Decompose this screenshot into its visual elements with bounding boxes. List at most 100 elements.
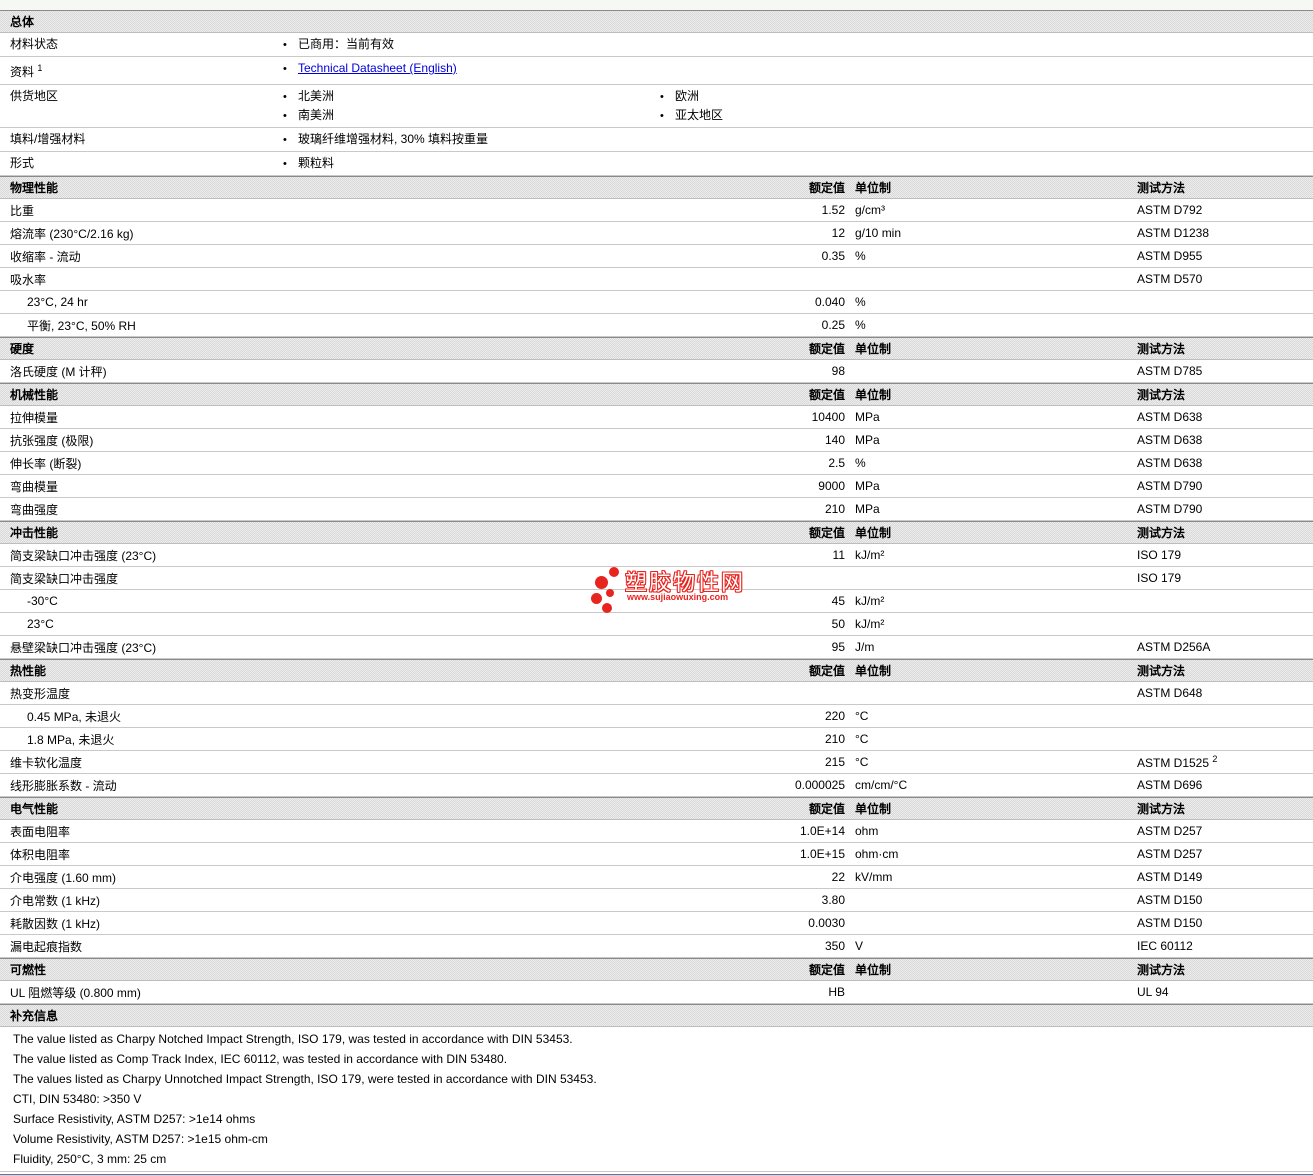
property-name: 比重 xyxy=(10,203,35,218)
property-name: 线形膨胀系数 - 流动 xyxy=(10,778,117,793)
property-unit: MPa xyxy=(855,479,880,493)
property-row: 简支梁缺口冲击强度 (23°C) 11 kJ/m² ISO 179 xyxy=(0,544,1313,567)
property-value: 350 xyxy=(824,939,845,953)
test-method: ASTM D790 xyxy=(1137,502,1203,516)
bullet-icon: • xyxy=(283,158,287,170)
property-unit: g/10 min xyxy=(855,226,902,240)
column-header-value: 额定值 xyxy=(808,526,845,540)
section-header: 机械性能 额定值 单位制 测试方法 xyxy=(0,383,1313,406)
general-rows: 材料状态 • 已商用：当前有效 资料 1 • Technical Datasheet (E… xyxy=(0,33,1313,176)
property-row: 表面电阻率 1.0E+14 ohm ASTM D257 xyxy=(0,820,1313,843)
property-name: 介电强度 (1.60 mm) xyxy=(10,870,117,885)
property-unit: kJ/m² xyxy=(855,594,885,608)
test-method: ASTM D638 xyxy=(1137,456,1203,470)
test-method: ASTM D149 xyxy=(1137,870,1203,884)
property-row: 熔流率 (230°C/2.16 kg) 12 g/10 min ASTM D1238 xyxy=(0,222,1313,245)
property-unit: % xyxy=(855,249,866,263)
test-method: ASTM D648 xyxy=(1137,686,1203,700)
general-label: 资料 1 xyxy=(10,63,43,79)
property-name: 伸长率 (断裂) xyxy=(10,456,82,471)
column-header-method: 测试方法 xyxy=(1137,388,1186,402)
property-value: 10400 xyxy=(811,410,845,424)
property-row: 漏电起痕指数 350 V IEC 60112 xyxy=(0,935,1313,958)
property-value: 50 xyxy=(831,617,845,631)
test-method: ASTM D638 xyxy=(1137,433,1203,447)
bullet-item: • 亚太地区 xyxy=(660,106,1313,125)
section-header: 物理性能 额定值 单位制 测试方法 xyxy=(0,176,1313,199)
property-unit: ohm xyxy=(855,824,879,838)
test-method: ASTM D792 xyxy=(1137,203,1203,217)
general-row: 资料 1 • Technical Datasheet (English) xyxy=(0,57,1313,85)
column-header-value: 额定值 xyxy=(808,664,845,678)
datasheet-link[interactable]: Technical Datasheet (English) xyxy=(298,61,457,75)
section-header: 冲击性能 额定值 单位制 测试方法 xyxy=(0,521,1313,544)
property-unit: cm/cm/°C xyxy=(855,778,908,792)
property-name: UL 阻燃等级 (0.800 mm) xyxy=(10,985,141,1000)
property-value: 1.52 xyxy=(821,203,845,217)
property-unit: % xyxy=(855,456,866,470)
property-value: 12 xyxy=(831,226,845,240)
bullet-item-label: 欧洲 xyxy=(675,89,700,103)
property-value: 215 xyxy=(824,755,845,769)
bullet-item-label: 北美洲 xyxy=(298,89,335,103)
property-unit: J/m xyxy=(855,640,875,654)
column-header-unit: 单位制 xyxy=(855,181,892,195)
property-row: 收缩率 - 流动 0.35% ASTM D955 xyxy=(0,245,1313,268)
test-method: ASTM D790 xyxy=(1137,479,1203,493)
bullet-item: • 欧洲 xyxy=(660,87,1313,106)
bullet-item: • 玻璃纤维增强材料, 30% 填料按重量 xyxy=(283,130,660,149)
supplementary-line: The value listed as Charpy Notched Impac… xyxy=(13,1032,573,1046)
bullet-icon: • xyxy=(283,91,287,103)
property-row: 平衡, 23°C, 50% RH 0.25% xyxy=(0,314,1313,337)
property-unit: % xyxy=(855,318,866,332)
test-method: ASTM D150 xyxy=(1137,893,1203,907)
bullet-column: • Technical Datasheet (English) xyxy=(283,59,660,78)
column-header-unit: 单位制 xyxy=(855,664,892,678)
property-unit: ohm·cm xyxy=(855,847,899,861)
property-row: 1.8 MPa, 未退火 210 °C xyxy=(0,728,1313,751)
test-method: ASTM D955 xyxy=(1137,249,1203,263)
supplementary-line: The values listed as Charpy Unnotched Im… xyxy=(13,1072,597,1086)
test-method: UL 94 xyxy=(1137,985,1169,999)
bullet-icon: • xyxy=(283,110,287,122)
test-method: ASTM D570 xyxy=(1137,272,1203,286)
property-row: 维卡软化温度 215 °C ASTM D1525 2 xyxy=(0,751,1313,774)
property-name: 洛氏硬度 (M 计秤) xyxy=(10,364,107,379)
bullet-item-label: 已商用：当前有效 xyxy=(298,37,395,51)
property-unit: MPa xyxy=(855,410,880,424)
property-name: 收缩率 - 流动 xyxy=(10,249,81,264)
property-unit: kJ/m² xyxy=(855,548,885,562)
bullet-icon: • xyxy=(283,63,287,75)
property-row: UL 阻燃等级 (0.800 mm) HB UL 94 xyxy=(0,981,1313,1004)
column-header-unit: 单位制 xyxy=(855,388,892,402)
bullet-column: • 欧洲 • 亚太地区 xyxy=(660,87,1313,125)
bullet-item: • 已商用：当前有效 xyxy=(283,35,660,54)
bullet-column: • 北美洲 • 南美洲 xyxy=(283,87,660,125)
property-name: 维卡软化温度 xyxy=(10,755,83,770)
test-method: ASTM D638 xyxy=(1137,410,1203,424)
bullet-item: • 颗粒料 xyxy=(283,154,660,173)
column-header-value: 额定值 xyxy=(808,802,845,816)
column-header-value: 额定值 xyxy=(808,181,845,195)
property-name: 1.8 MPa, 未退火 xyxy=(27,732,115,747)
property-row: 介电常数 (1 kHz) 3.80 ASTM D150 xyxy=(0,889,1313,912)
property-value: 1.0E+14 xyxy=(799,824,845,838)
property-name: 体积电阻率 xyxy=(10,847,71,862)
property-row: 耗散因数 (1 kHz) 0.0030 ASTM D150 xyxy=(0,912,1313,935)
supplementary-line: CTI, DIN 53480: >350 V xyxy=(13,1092,142,1106)
property-name: 简支梁缺口冲击强度 (23°C) xyxy=(10,548,157,563)
general-row: 形式 • 颗粒料 xyxy=(0,152,1313,176)
property-name: 简支梁缺口冲击强度 xyxy=(10,571,119,586)
property-unit: % xyxy=(855,295,866,309)
property-row: -30°C 45 kJ/m² xyxy=(0,590,1313,613)
section-title: 冲击性能 xyxy=(10,526,59,540)
supplementary-line: Fluidity, 250°C, 3 mm: 25 cm xyxy=(13,1152,167,1166)
top-strip xyxy=(0,0,1313,10)
bullet-item-label: 玻璃纤维增强材料, 30% 填料按重量 xyxy=(298,132,489,146)
bullet-item: • 南美洲 xyxy=(283,106,660,125)
property-value: 0.35 xyxy=(821,249,845,263)
section-title: 总体 xyxy=(10,15,35,29)
supplementary-line: Surface Resistivity, ASTM D257: >1e14 oh… xyxy=(13,1112,256,1126)
general-label: 材料状态 xyxy=(10,37,59,51)
property-row: 热变形温度 ASTM D648 xyxy=(0,682,1313,705)
